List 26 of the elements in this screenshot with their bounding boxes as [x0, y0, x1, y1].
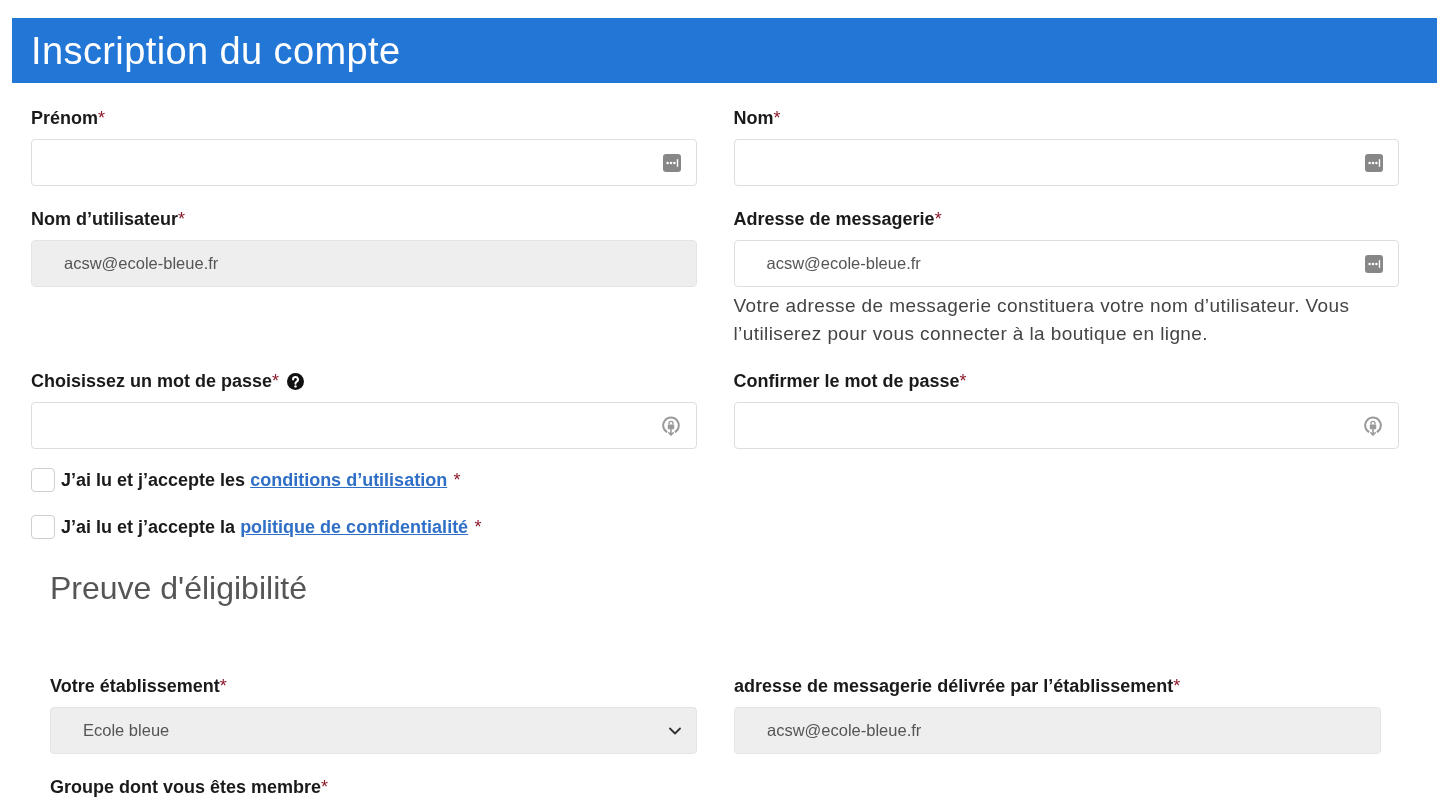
lock-icon [660, 415, 681, 436]
field-label: Prénom* [31, 107, 106, 130]
field-label: Votre établissement* [50, 675, 227, 698]
field-label: Adresse de messagerie* [733, 208, 942, 231]
password-field[interactable] [31, 402, 697, 449]
section-title: Preuve d'éligibilité [50, 570, 308, 606]
agreement-link[interactable]: politique de confidentialité [240, 516, 469, 537]
field-label: Confirmer le mot de passe* [733, 370, 967, 393]
agreement-label: J’ai lu et j’accepte les conditions d’utilisation * [61, 468, 461, 492]
lock-icon [1363, 415, 1383, 436]
field-label: Groupe dont vous êtes membre* [50, 776, 329, 799]
checkbox[interactable] [31, 468, 55, 492]
page-title: Inscription du compte [31, 31, 401, 70]
field-label: Nom d’utilisateur* [31, 208, 186, 231]
password-field[interactable] [733, 402, 1399, 449]
text-field[interactable]: acsw@ecole-bleue.fr [733, 240, 1399, 287]
checkbox[interactable] [31, 515, 55, 539]
text-field[interactable] [31, 139, 697, 186]
help-text: Votre adresse de messagerie constituera votre nom d’utilisateur. Vous l’utiliserez pour vous connecter à la boutique en ligne. [733, 294, 1351, 346]
field-label: adresse de messagerie délivrée par l’établissement* [734, 675, 1181, 698]
agreement-label: J’ai lu et j’accepte la politique de confidentialité * [61, 515, 482, 539]
field-label: Choisissez un mot de passe* [31, 370, 280, 393]
field-label: Nom* [733, 107, 781, 130]
chevron-icon [669, 726, 681, 735]
text-field[interactable] [733, 139, 1399, 186]
agreement-link[interactable]: conditions d’utilisation [250, 469, 448, 490]
